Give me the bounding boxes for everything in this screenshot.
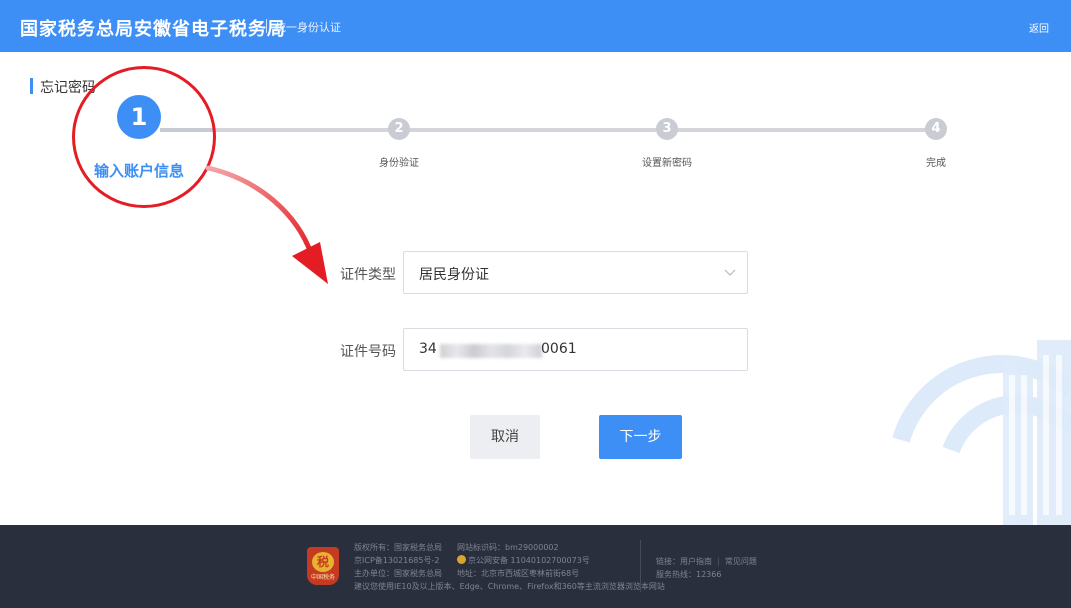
next-step-button[interactable]: 下一步 xyxy=(599,415,682,459)
footer-link-separator: | xyxy=(714,557,723,566)
step-4-label: 完成 xyxy=(926,158,946,169)
faq-link[interactable]: 常见问题 xyxy=(725,557,757,566)
footer-browser-tip: 建议您使用IE10及以上版本、Edge、Chrome、Firefox和360等主… xyxy=(354,582,665,591)
footer-links-label: 链接： xyxy=(656,557,680,566)
footer-police-record[interactable]: 京公网安备 11040102700073号 xyxy=(457,555,590,566)
step-3-label: 设置新密码 xyxy=(642,158,692,169)
tax-logo: 税 中国税务 xyxy=(307,547,339,585)
footer-address: 地址：北京市西城区枣林前街68号 xyxy=(457,569,580,578)
id-type-label: 证件类型 xyxy=(340,267,396,283)
tax-emblem-watermark xyxy=(892,340,1071,525)
footer-links: 链接：用户指南 | 常见问题 xyxy=(656,556,757,567)
step-3-indicator: 3 xyxy=(656,118,678,140)
id-number-suffix: 0061 xyxy=(541,341,577,357)
footer-sponsor: 主办单位：国家税务总局 xyxy=(354,569,442,578)
user-guide-link[interactable]: 用户指南 xyxy=(680,557,712,566)
footer-divider xyxy=(640,540,641,592)
step-2-indicator: 2 xyxy=(388,118,410,140)
site-subtitle: 统一身份认证 xyxy=(275,21,341,34)
id-type-select[interactable]: 居民身份证 xyxy=(403,251,748,294)
step-track xyxy=(216,128,936,132)
id-type-value: 居民身份证 xyxy=(419,267,489,283)
top-header: 国家税务总局安徽省电子税务局 统一身份认证 返回 xyxy=(0,0,1071,52)
footer-hotline: 服务热线：12366 xyxy=(656,570,722,579)
back-link[interactable]: 返回 xyxy=(1029,20,1049,35)
id-number-mask xyxy=(440,344,542,358)
tax-logo-caption: 中国税务 xyxy=(310,574,335,581)
footer-police-text: 京公网安备 11040102700073号 xyxy=(468,556,590,565)
annotation-arrow-icon xyxy=(205,165,328,284)
chevron-down-icon xyxy=(724,269,736,276)
tax-logo-icon: 税 xyxy=(312,552,334,572)
site-title: 国家税务总局安徽省电子税务局 xyxy=(20,19,286,40)
header-divider xyxy=(266,19,267,33)
annotation-circle xyxy=(72,66,216,208)
id-number-input[interactable]: 34 0061 xyxy=(403,328,748,371)
footer-icp[interactable]: 京ICP备13021685号-2 xyxy=(354,555,439,566)
footer-site-code: 网站标识码：bm29000002 xyxy=(457,543,559,552)
id-number-label: 证件号码 xyxy=(340,344,396,360)
step-2-label: 身份验证 xyxy=(379,158,419,169)
police-badge-icon xyxy=(457,555,466,564)
cancel-button[interactable]: 取消 xyxy=(470,415,540,459)
page-footer: 税 中国税务 版权所有：国家税务总局 网站标识码：bm29000002 京ICP… xyxy=(0,525,1071,608)
id-number-prefix: 34 xyxy=(419,341,437,357)
footer-copyright: 版权所有：国家税务总局 xyxy=(354,543,442,552)
step-4-indicator: 4 xyxy=(925,118,947,140)
